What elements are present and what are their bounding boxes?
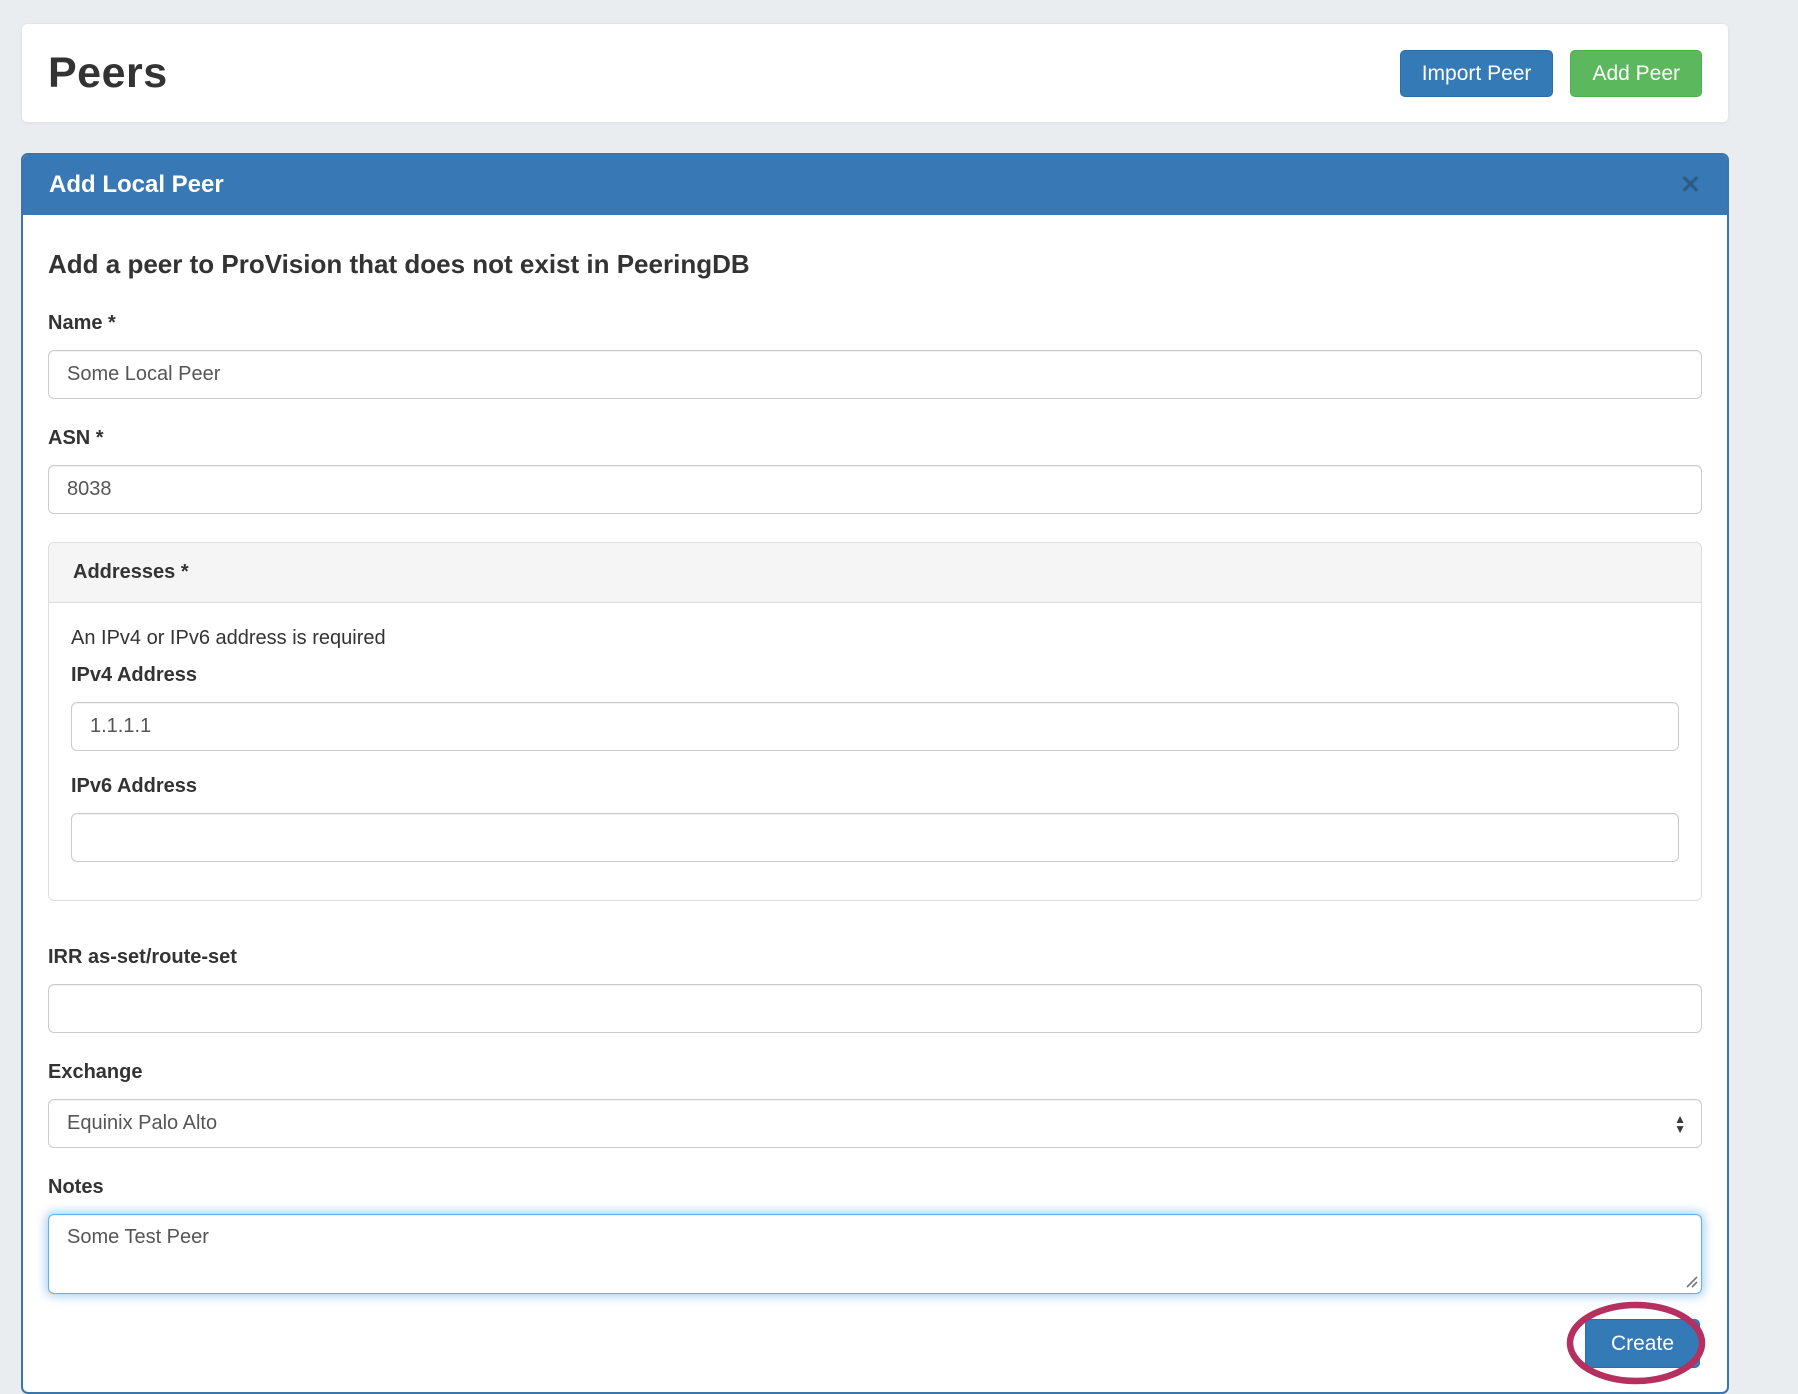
irr-input[interactable]	[48, 984, 1702, 1033]
asn-label: ASN *	[48, 427, 1702, 450]
ipv4-input[interactable]	[71, 702, 1679, 751]
add-peer-button[interactable]: Add Peer	[1570, 50, 1702, 97]
ipv4-field-group: IPv4 Address	[71, 664, 1679, 751]
addresses-panel: Addresses * An IPv4 or IPv6 address is r…	[48, 542, 1702, 901]
notes-label: Notes	[48, 1176, 1702, 1199]
notes-textarea-wrap: Some Test Peer	[48, 1214, 1702, 1294]
close-icon[interactable]: ✕	[1680, 173, 1701, 198]
panel-heading: Add Local Peer ✕	[23, 155, 1727, 215]
exchange-select[interactable]: Equinix Palo Alto ▲ ▼	[48, 1099, 1702, 1148]
textarea-resize-handle[interactable]	[1685, 1275, 1698, 1288]
exchange-field-group: Exchange Equinix Palo Alto ▲ ▼	[48, 1061, 1702, 1148]
ipv6-input[interactable]	[71, 813, 1679, 862]
create-button[interactable]: Create	[1585, 1319, 1700, 1368]
addresses-panel-heading: Addresses *	[49, 543, 1701, 603]
panel-body: Add a peer to ProVision that does not ex…	[23, 215, 1727, 1392]
page-header-card: Peers Import Peer Add Peer	[21, 23, 1729, 123]
ipv6-field-group: IPv6 Address	[71, 775, 1679, 862]
irr-label: IRR as-set/route-set	[48, 946, 1702, 969]
create-button-annotated-wrap: Create	[1585, 1319, 1700, 1368]
name-field-group: Name *	[48, 312, 1702, 399]
addresses-panel-body: An IPv4 or IPv6 address is required IPv4…	[49, 603, 1701, 900]
form-actions: Create	[48, 1319, 1702, 1368]
ipv4-label: IPv4 Address	[71, 664, 1679, 687]
header-actions: Import Peer Add Peer	[1400, 50, 1702, 97]
notes-field-group: Notes Some Test Peer	[48, 1176, 1702, 1294]
asn-field-group: ASN *	[48, 427, 1702, 514]
import-peer-button[interactable]: Import Peer	[1400, 50, 1554, 97]
notes-textarea[interactable]: Some Test Peer	[48, 1214, 1702, 1294]
name-label: Name *	[48, 312, 1702, 335]
arrow-down-icon: ▼	[1674, 1124, 1686, 1134]
panel-title: Add Local Peer	[49, 171, 224, 199]
page-title: Peers	[48, 49, 168, 98]
ipv6-label: IPv6 Address	[71, 775, 1679, 798]
form-heading: Add a peer to ProVision that does not ex…	[48, 249, 1702, 280]
exchange-selected-value: Equinix Palo Alto	[67, 1112, 217, 1135]
asn-input[interactable]	[48, 465, 1702, 514]
name-input[interactable]	[48, 350, 1702, 399]
addresses-hint: An IPv4 or IPv6 address is required	[71, 627, 1679, 650]
exchange-label: Exchange	[48, 1061, 1702, 1084]
add-local-peer-panel: Add Local Peer ✕ Add a peer to ProVision…	[21, 153, 1729, 1394]
page-background: Peers Import Peer Add Peer Add Local Pee…	[0, 0, 1798, 1394]
select-arrows-icon: ▲ ▼	[1674, 1114, 1686, 1134]
irr-field-group: IRR as-set/route-set	[48, 946, 1702, 1033]
page: { "header": { "title": "Peers", "import_…	[0, 0, 1798, 1380]
